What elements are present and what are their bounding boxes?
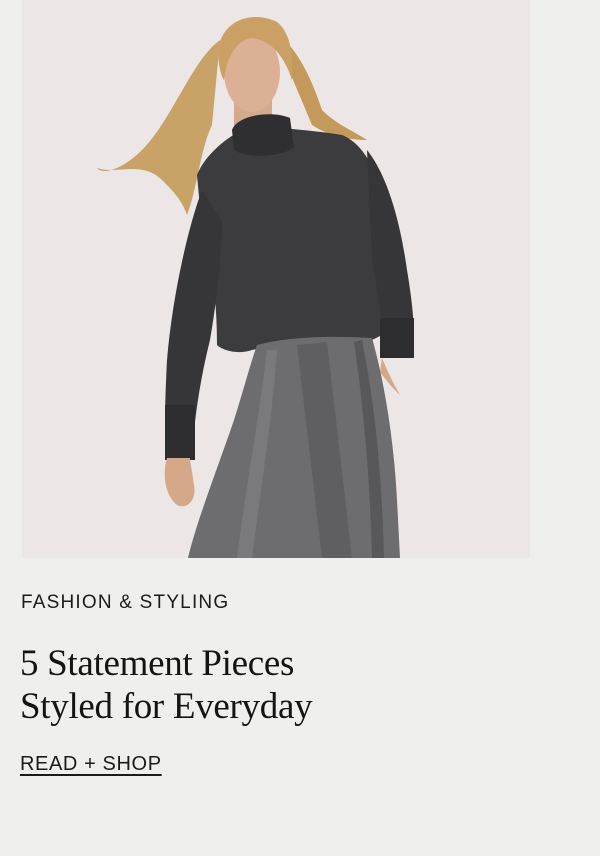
article-category: FASHION & STYLING <box>21 592 230 613</box>
headline-line-1[interactable]: 5 Statement Pieces <box>20 642 540 685</box>
read-shop-link[interactable]: READ + SHOP <box>20 753 162 776</box>
model-photo <box>22 0 530 558</box>
article-headline[interactable]: 5 Statement Pieces Styled for Everyday <box>20 642 540 728</box>
headline-line-2[interactable]: Styled for Everyday <box>20 685 540 728</box>
hero-image[interactable] <box>22 0 530 558</box>
